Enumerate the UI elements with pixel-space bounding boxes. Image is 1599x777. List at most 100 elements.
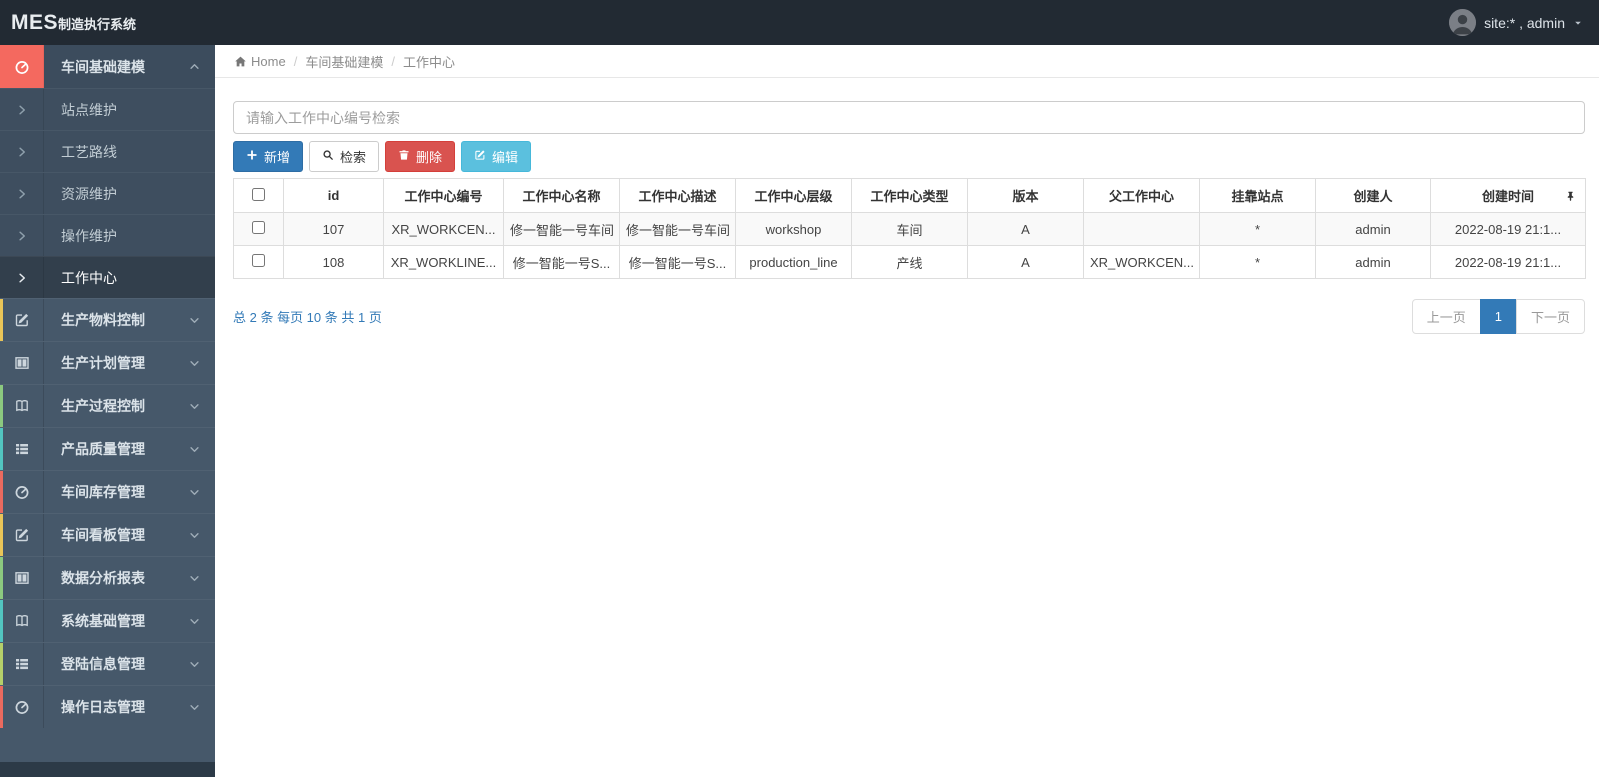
chevron-down-icon [189, 487, 200, 498]
sidebar-group-label: 登陆信息管理 [61, 656, 145, 672]
table-cell: XR_WORKCEN... [1083, 245, 1200, 279]
sidebar-group[interactable]: 车间基础建模 [0, 45, 215, 88]
sidebar-group[interactable]: 生产过程控制 [0, 384, 215, 427]
delete-button[interactable]: 删除 [385, 141, 456, 172]
sidebar-group-label: 数据分析报表 [61, 570, 145, 586]
column-header[interactable]: 工作中心编号 [383, 178, 504, 213]
pagination-bar: 总 2 条 每页 10 条 共 1 页 上一页 1 下一页 [233, 299, 1585, 334]
sidebar-subitem-label: 站点维护 [61, 101, 117, 118]
table-cell: 车间 [851, 212, 968, 246]
edit-button[interactable]: 编辑 [461, 141, 532, 172]
row-select-cell [233, 212, 284, 246]
user-label: site:* , admin [1484, 14, 1565, 31]
column-header[interactable]: 版本 [967, 178, 1084, 213]
user-menu[interactable]: site:* , admin [1449, 9, 1599, 36]
workcenter-table: id 工作中心编号 工作中心名称 工作中心描述 工作中心层级 工作中心类型 版本 父工作中心挂… [233, 178, 1586, 279]
group-color-strip [0, 557, 3, 599]
sidebar-group-label: 操作日志管理 [61, 699, 145, 715]
sidebar-group[interactable]: 车间看板管理 [0, 513, 215, 556]
group-color-strip [0, 600, 3, 642]
sidebar-group[interactable]: 数据分析报表 [0, 556, 215, 599]
sidebar-group[interactable]: 生产计划管理 [0, 341, 215, 384]
sidebar-group[interactable]: 登陆信息管理 [0, 642, 215, 685]
prev-page-button[interactable]: 上一页 [1411, 299, 1481, 334]
sidebar-subitem[interactable]: 工作中心 [0, 256, 215, 298]
page-1-button[interactable]: 1 [1479, 299, 1517, 334]
sidebar-group-label: 系统基础管理 [61, 613, 145, 629]
column-header[interactable]: 创建时间 [1430, 178, 1586, 213]
breadcrumb-page: 工作中心 [403, 52, 455, 71]
breadcrumb-module-label: 车间基础建模 [305, 54, 384, 70]
group-color-strip [0, 686, 3, 728]
sidebar-submenu: 站点维护工艺路线 资源维护 操作维护 工作中心 [0, 88, 215, 298]
action-toolbar: 新增 检索 删除 编辑 [233, 141, 1599, 172]
home-icon [234, 55, 247, 68]
sidebar-subitem[interactable]: 资源维护 [0, 172, 215, 214]
angle-right-icon [0, 257, 44, 298]
sidebar-group-label: 产品质量管理 [61, 441, 145, 457]
edit-icon [0, 299, 44, 341]
main-area: Home / 车间基础建模 / 工作中心 新增检索删除编辑 id工作中心编号工作… [215, 45, 1599, 777]
chevron-down-icon [189, 401, 200, 412]
table-cell: A [967, 245, 1084, 279]
row-checkbox[interactable] [252, 221, 265, 234]
group-color-strip [0, 643, 3, 685]
button-label: 新增 [264, 150, 291, 165]
group-color-strip [0, 299, 3, 341]
table-cell: XR_WORKLINE... [383, 245, 504, 279]
sidebar-group[interactable]: 系统基础管理 [0, 599, 215, 642]
select-all-checkbox[interactable] [252, 187, 265, 201]
tachometer-icon [0, 471, 44, 513]
table-cell: 修一智能一号车间 [503, 212, 620, 246]
pagination-summary: 总 2 条 每页 10 条 共 1 页 [233, 310, 382, 325]
top-navbar: MES 制造执行系统 site:* , admin [0, 0, 1599, 45]
pager: 上一页 1 下一页 [1411, 299, 1585, 334]
column-header[interactable]: 工作中心类型 [851, 178, 968, 213]
book-icon [0, 600, 44, 642]
column-header[interactable]: 创建人 [1315, 178, 1431, 213]
table-cell: XR_WORKCEN... [383, 212, 504, 246]
sidebar-group-label: 车间库存管理 [61, 484, 145, 500]
sidebar-group[interactable]: 操作日志管理 [0, 685, 215, 728]
chevron-down-icon [189, 315, 200, 326]
breadcrumb-home[interactable]: Home [234, 54, 286, 69]
chevron-down-icon [189, 444, 200, 455]
table-cell: 2022-08-19 21:1... [1430, 245, 1586, 279]
sidebar-subitem[interactable]: 站点维护 [0, 88, 215, 130]
chevron-down-icon [189, 573, 200, 584]
column-header[interactable]: 挂靠站点 [1199, 178, 1316, 213]
column-header[interactable]: 工作中心描述 [619, 178, 736, 213]
breadcrumb-separator: / [293, 53, 298, 69]
table-cell: production_line [735, 245, 852, 279]
sidebar-group[interactable]: 产品质量管理 [0, 427, 215, 470]
row-select-cell [233, 245, 284, 279]
column-header[interactable]: 工作中心名称 [503, 178, 620, 213]
table-cell: 108 [283, 245, 384, 279]
angle-right-icon [0, 173, 44, 214]
column-header[interactable]: id [283, 178, 384, 213]
sidebar-subitem[interactable]: 操作维护 [0, 214, 215, 256]
search-button[interactable]: 检索 [309, 141, 380, 172]
chevron-down-icon [189, 702, 200, 713]
next-page-button[interactable]: 下一页 [1515, 299, 1585, 334]
table-cell: A [967, 212, 1084, 246]
chevron-up-icon [189, 61, 200, 72]
breadcrumb-module[interactable]: 车间基础建模 [305, 52, 383, 71]
table-row[interactable]: 107 XR_WORKCEN... 修一智能一号车间 修一智能一号车间 workshop… [233, 212, 1586, 246]
sidebar-group-label: 车间看板管理 [61, 527, 145, 543]
search-input[interactable] [233, 101, 1585, 134]
add-button[interactable]: 新增 [233, 141, 304, 172]
table-cell: 产线 [851, 245, 968, 279]
row-checkbox[interactable] [252, 254, 265, 267]
select-all-cell [233, 178, 284, 213]
table-row[interactable]: 108 XR_WORKLINE... 修一智能一号S... 修一智能一号S... pro… [233, 245, 1586, 279]
sidebar-group-label: 车间基础建模 [61, 58, 145, 75]
sidebar-subitem[interactable]: 工艺路线 [0, 130, 215, 172]
sidebar-group[interactable]: 生产物料控制 [0, 298, 215, 341]
sidebar-group[interactable]: 车间库存管理 [0, 470, 215, 513]
button-label: 编辑 [492, 150, 519, 165]
column-header[interactable]: 工作中心层级 [735, 178, 852, 213]
search-icon [322, 149, 334, 164]
column-header[interactable]: 父工作中心 [1083, 178, 1200, 213]
button-label: 检索 [340, 150, 367, 165]
